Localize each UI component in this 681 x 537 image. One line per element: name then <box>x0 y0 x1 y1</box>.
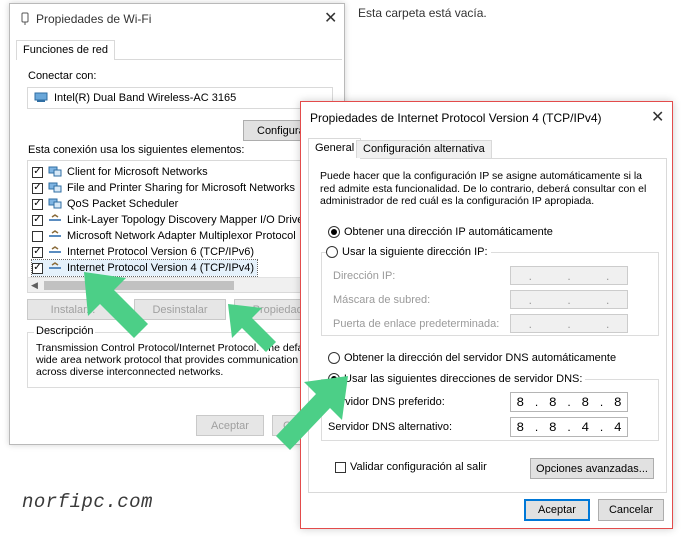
tab-general[interactable]: General <box>308 138 362 159</box>
connect-using-label: Conectar con: <box>28 70 97 82</box>
list-item[interactable]: ✓ Client for Microsoft Networks <box>32 164 208 180</box>
octet: 8 <box>548 419 557 435</box>
tab-network-functions[interactable]: Funciones de red <box>16 40 115 60</box>
auto-dns-option[interactable]: Obtener la dirección del servidor DNS au… <box>328 352 616 364</box>
octet: 8 <box>581 394 590 410</box>
validate-label: Validar configuración al salir <box>350 461 487 473</box>
radio-unselected[interactable] <box>326 246 338 258</box>
checkbox-checked[interactable]: ✓ <box>32 214 43 226</box>
ipv4-properties-dialog: Propiedades de Internet Protocol Version… <box>300 101 673 529</box>
octet: 8 <box>613 394 622 410</box>
advanced-options-button[interactable]: Opciones avanzadas... <box>530 458 654 479</box>
list-item-label: Link-Layer Topology Discovery Mapper I/O… <box>67 214 308 226</box>
gateway-field[interactable]: ... <box>510 314 628 333</box>
arrow-icon <box>84 272 148 338</box>
validate-option[interactable]: Validar configuración al salir <box>335 461 487 473</box>
wifi-dialog-title: Propiedades de Wi-Fi <box>36 12 152 26</box>
horizontal-scrollbar[interactable]: ◀ ▶ <box>28 277 332 292</box>
ok-button[interactable]: Aceptar <box>196 415 264 436</box>
gateway-label: Puerta de enlace predeterminada: <box>333 318 500 330</box>
ipv4-dialog-title: Propiedades de Internet Protocol Version… <box>310 111 602 125</box>
scroll-left-icon[interactable]: ◀ <box>31 280 38 291</box>
manual-dns-option[interactable]: Usar las siguientes direcciones de servi… <box>328 373 586 385</box>
auto-dns-label: Obtener la dirección del servidor DNS au… <box>344 352 617 364</box>
scheduler-icon <box>48 197 62 212</box>
list-item[interactable]: ✓ QoS Packet Scheduler <box>32 196 178 212</box>
ok-button[interactable]: Aceptar <box>524 499 590 521</box>
list-item-label: Client for Microsoft Networks <box>67 166 208 178</box>
intro-text: Puede hacer que la configuración IP se a… <box>320 170 647 207</box>
list-item[interactable]: ✓ Internet Protocol Version 6 (TCP/IPv6) <box>32 244 254 260</box>
list-item[interactable]: Microsoft Network Adapter Multiplexor Pr… <box>32 228 296 244</box>
checkbox-checked[interactable]: ✓ <box>32 198 43 210</box>
ip-address-field[interactable]: ... <box>510 266 628 285</box>
list-item-label: Microsoft Network Adapter Multiplexor Pr… <box>67 230 296 242</box>
empty-folder-text: Esta carpeta está vacía. <box>358 6 487 20</box>
network-adapter-icon <box>34 91 48 106</box>
checkbox-checked[interactable]: ✓ <box>32 246 43 258</box>
auto-ip-option[interactable]: Obtener una dirección IP automáticamente <box>328 226 553 238</box>
manual-ip-option[interactable]: Usar la siguiente dirección IP: <box>326 246 491 258</box>
manual-dns-label: Usar las siguientes direcciones de servi… <box>344 373 583 385</box>
octet: 4 <box>613 419 622 435</box>
adapter-field: Intel(R) Dual Band Wireless-AC 3165 <box>27 87 333 109</box>
protocol-icon <box>48 229 62 244</box>
manual-ip-label: Usar la siguiente dirección IP: <box>342 246 488 258</box>
radio-selected[interactable] <box>328 226 340 238</box>
checkbox-unchecked[interactable] <box>32 230 43 242</box>
list-item[interactable]: ✓ Link-Layer Topology Discovery Mapper I… <box>32 212 307 228</box>
alternate-dns-field[interactable]: 8.8.4.4 <box>510 417 628 437</box>
octet: 8 <box>548 394 557 410</box>
arrow-icon <box>228 304 276 352</box>
network-client-icon <box>48 165 62 180</box>
subnet-label: Máscara de subred: <box>333 294 431 306</box>
protocol-icon <box>48 261 62 276</box>
list-item-label: File and Printer Sharing for Microsoft N… <box>67 182 296 194</box>
subnet-field[interactable]: ... <box>510 290 628 309</box>
checkbox-checked[interactable]: ✓ <box>32 182 43 194</box>
adapter-name: Intel(R) Dual Band Wireless-AC 3165 <box>54 92 237 104</box>
octet: 4 <box>581 419 590 435</box>
items-label: Esta conexión usa los siguientes element… <box>28 144 245 156</box>
list-item-label: Internet Protocol Version 6 (TCP/IPv6) <box>67 246 255 258</box>
radio-unselected[interactable] <box>328 352 340 364</box>
close-icon[interactable]: ✕ <box>324 8 337 28</box>
file-sharing-icon <box>48 181 62 196</box>
preferred-dns-field[interactable]: 8.8.8.8 <box>510 392 628 412</box>
components-list[interactable]: ✓ Client for Microsoft Networks ✓ File a… <box>27 160 333 293</box>
validate-checkbox[interactable] <box>335 461 346 473</box>
checkbox-checked[interactable]: ✓ <box>32 262 43 274</box>
cancel-button[interactable]: Cancelar <box>598 499 664 521</box>
tab-alternate-config[interactable]: Configuración alternativa <box>356 140 492 158</box>
protocol-icon <box>48 213 62 228</box>
protocol-icon <box>48 245 62 260</box>
wifi-icon <box>19 12 31 25</box>
arrow-icon <box>276 376 348 450</box>
close-icon[interactable]: ✕ <box>651 107 664 127</box>
octet: 8 <box>516 394 525 410</box>
list-item-label: QoS Packet Scheduler <box>67 198 179 210</box>
watermark-text: norfipc.com <box>22 491 153 513</box>
octet: 8 <box>516 419 525 435</box>
checkbox-checked[interactable]: ✓ <box>32 166 43 178</box>
auto-ip-label: Obtener una dirección IP automáticamente <box>344 226 553 238</box>
ip-address-label: Dirección IP: <box>333 270 396 282</box>
list-item[interactable]: ✓ File and Printer Sharing for Microsoft… <box>32 180 295 196</box>
